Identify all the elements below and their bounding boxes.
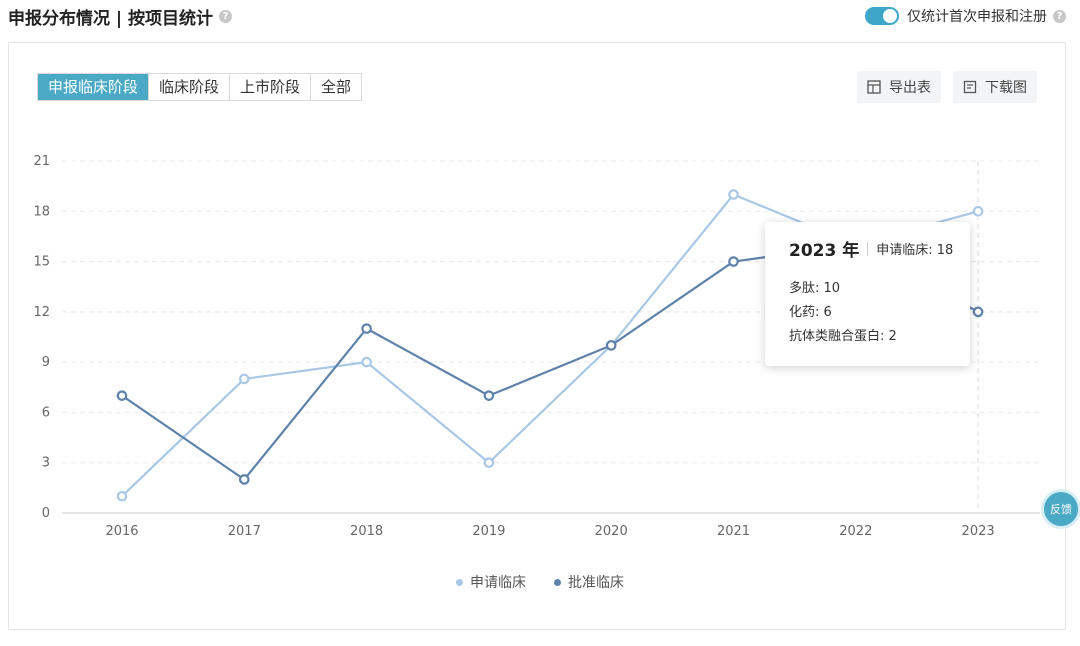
series-2-point xyxy=(361,323,372,334)
chart-legend: 申请临床 批准临床 xyxy=(0,572,1080,592)
series-2-point xyxy=(483,390,495,401)
feedback-button[interactable]: 反馈 xyxy=(1044,492,1078,526)
series-1-point xyxy=(972,205,984,217)
y-tick-label: 3 xyxy=(42,456,50,471)
x-tick-label: 2019 xyxy=(472,524,505,539)
y-tick-label: 12 xyxy=(33,305,50,320)
legend-label-apply: 申请临床 xyxy=(470,575,526,591)
y-tick-label: 18 xyxy=(33,204,50,219)
legend-label-approve: 批准临床 xyxy=(568,575,624,591)
series-1-point xyxy=(239,373,250,385)
tooltip-detail: 抗体类融合蛋白: 2 xyxy=(789,329,897,344)
series-1-point xyxy=(483,457,495,469)
series-2-point xyxy=(728,256,739,267)
x-tick-label: 2021 xyxy=(717,524,750,539)
tooltip-year: 2023 年 xyxy=(789,241,860,261)
series-2-point xyxy=(116,390,128,401)
series-1-point xyxy=(361,356,372,368)
legend-dot-apply xyxy=(456,578,463,586)
tooltip-detail: 化药: 6 xyxy=(789,305,832,320)
series-2-point xyxy=(605,340,617,351)
y-tick-label: 15 xyxy=(33,255,50,270)
tooltip-detail: 多肽: 10 xyxy=(789,281,841,296)
series-1-point xyxy=(116,490,128,502)
y-tick-label: 21 xyxy=(33,154,50,169)
y-tick-label: 9 xyxy=(42,355,50,370)
x-tick-label: 2016 xyxy=(105,524,138,539)
tooltip-separator xyxy=(867,241,869,256)
series-2-point xyxy=(239,474,250,485)
legend-dot-approve xyxy=(554,578,561,586)
y-tick-label: 0 xyxy=(42,506,50,521)
series-2-point xyxy=(972,306,984,318)
x-tick-label: 2020 xyxy=(595,524,628,539)
legend-item-apply[interactable]: 申请临床 xyxy=(456,572,526,592)
x-tick-label: 2017 xyxy=(228,524,261,539)
x-tick-label: 2022 xyxy=(839,524,872,539)
x-tick-label: 2023 xyxy=(962,524,995,539)
x-tick-label: 2018 xyxy=(350,524,383,539)
tooltip-header: 2023 年 申请临床: 18 xyxy=(789,236,970,261)
y-tick-label: 6 xyxy=(42,405,50,420)
legend-item-approve[interactable]: 批准临床 xyxy=(554,572,624,592)
series-1-point xyxy=(728,189,739,200)
tooltip-series-value: 申请临床: 18 xyxy=(876,243,954,258)
chart-tooltip: 2023 年 申请临床: 18 多肽: 10 化药: 6 抗体类融合蛋白: 2 xyxy=(765,222,970,366)
